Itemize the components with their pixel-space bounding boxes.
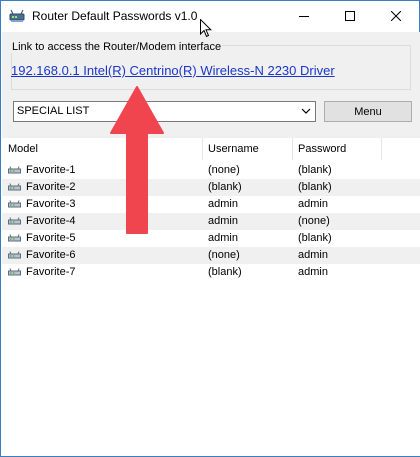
maximize-icon (345, 11, 355, 21)
network-device-icon (8, 166, 21, 175)
close-icon (391, 11, 401, 21)
app-window: Router Default Passwords v1.0 Link to ac… (0, 0, 420, 457)
select-value: SPECIAL LIST (17, 105, 90, 117)
router-icon (9, 9, 25, 23)
username-cell: (none) (208, 249, 240, 261)
password-cell: (blank) (298, 181, 332, 193)
annotation-arrow-icon (110, 86, 164, 234)
model-cell: Favorite-5 (26, 232, 76, 244)
username-cell: admin (208, 215, 238, 227)
router-interface-link[interactable]: 192.168.0.1 Intel(R) Centrino(R) Wireles… (11, 63, 335, 78)
minimize-icon (299, 16, 309, 17)
username-cell: admin (208, 198, 238, 210)
column-header-model[interactable]: Model (8, 143, 38, 155)
table-row[interactable]: Favorite-7 (blank) admin (2, 264, 420, 281)
table-row[interactable]: Favorite-6 (none) admin (2, 247, 420, 264)
password-cell: (none) (298, 215, 330, 227)
column-header-password[interactable]: Password (298, 143, 346, 155)
column-header-username[interactable]: Username (208, 143, 259, 155)
password-cell: admin (298, 198, 328, 210)
model-cell: Favorite-2 (26, 181, 76, 193)
network-device-icon (8, 251, 21, 260)
list-rows: Favorite-1 (none) (blank) Favorite-2 (blank)… (2, 162, 420, 281)
network-device-icon (8, 234, 21, 243)
model-cell: Favorite-4 (26, 215, 76, 227)
network-device-icon (8, 183, 21, 192)
username-cell: (blank) (208, 266, 242, 278)
password-list[interactable]: Model Username Password Favorite-1 (none)… (2, 138, 420, 456)
password-cell: admin (298, 249, 328, 261)
table-row[interactable]: Favorite-1 (none) (blank) (2, 162, 420, 179)
mouse-cursor-icon (200, 19, 212, 38)
network-device-icon (8, 217, 21, 226)
model-cell: Favorite-3 (26, 198, 76, 210)
table-row[interactable]: Favorite-2 (blank) (blank) (2, 179, 420, 196)
password-cell: (blank) (298, 232, 332, 244)
chevron-down-icon (301, 108, 311, 114)
table-row[interactable]: Favorite-5 admin (blank) (2, 230, 420, 247)
list-header: Model Username Password (2, 138, 420, 160)
network-device-icon (8, 268, 21, 277)
model-cell: Favorite-6 (26, 249, 76, 261)
table-row[interactable]: Favorite-4 admin (none) (2, 213, 420, 230)
minimize-button[interactable] (281, 1, 327, 31)
network-device-icon (8, 200, 21, 209)
username-cell: admin (208, 232, 238, 244)
column-divider[interactable] (381, 138, 382, 160)
column-divider[interactable] (292, 138, 293, 160)
maximize-button[interactable] (327, 1, 373, 31)
window-title: Router Default Passwords v1.0 (32, 9, 198, 23)
password-cell: admin (298, 266, 328, 278)
column-divider[interactable] (202, 138, 203, 160)
username-cell: (blank) (208, 181, 242, 193)
model-cell: Favorite-7 (26, 266, 76, 278)
username-cell: (none) (208, 164, 240, 176)
table-row[interactable]: Favorite-3 admin admin (2, 196, 420, 213)
close-button[interactable] (373, 1, 419, 31)
groupbox-label: Link to access the Router/Modem interfac… (11, 41, 223, 53)
menu-button[interactable]: Menu (324, 101, 412, 122)
model-cell: Favorite-1 (26, 164, 76, 176)
password-cell: (blank) (298, 164, 332, 176)
